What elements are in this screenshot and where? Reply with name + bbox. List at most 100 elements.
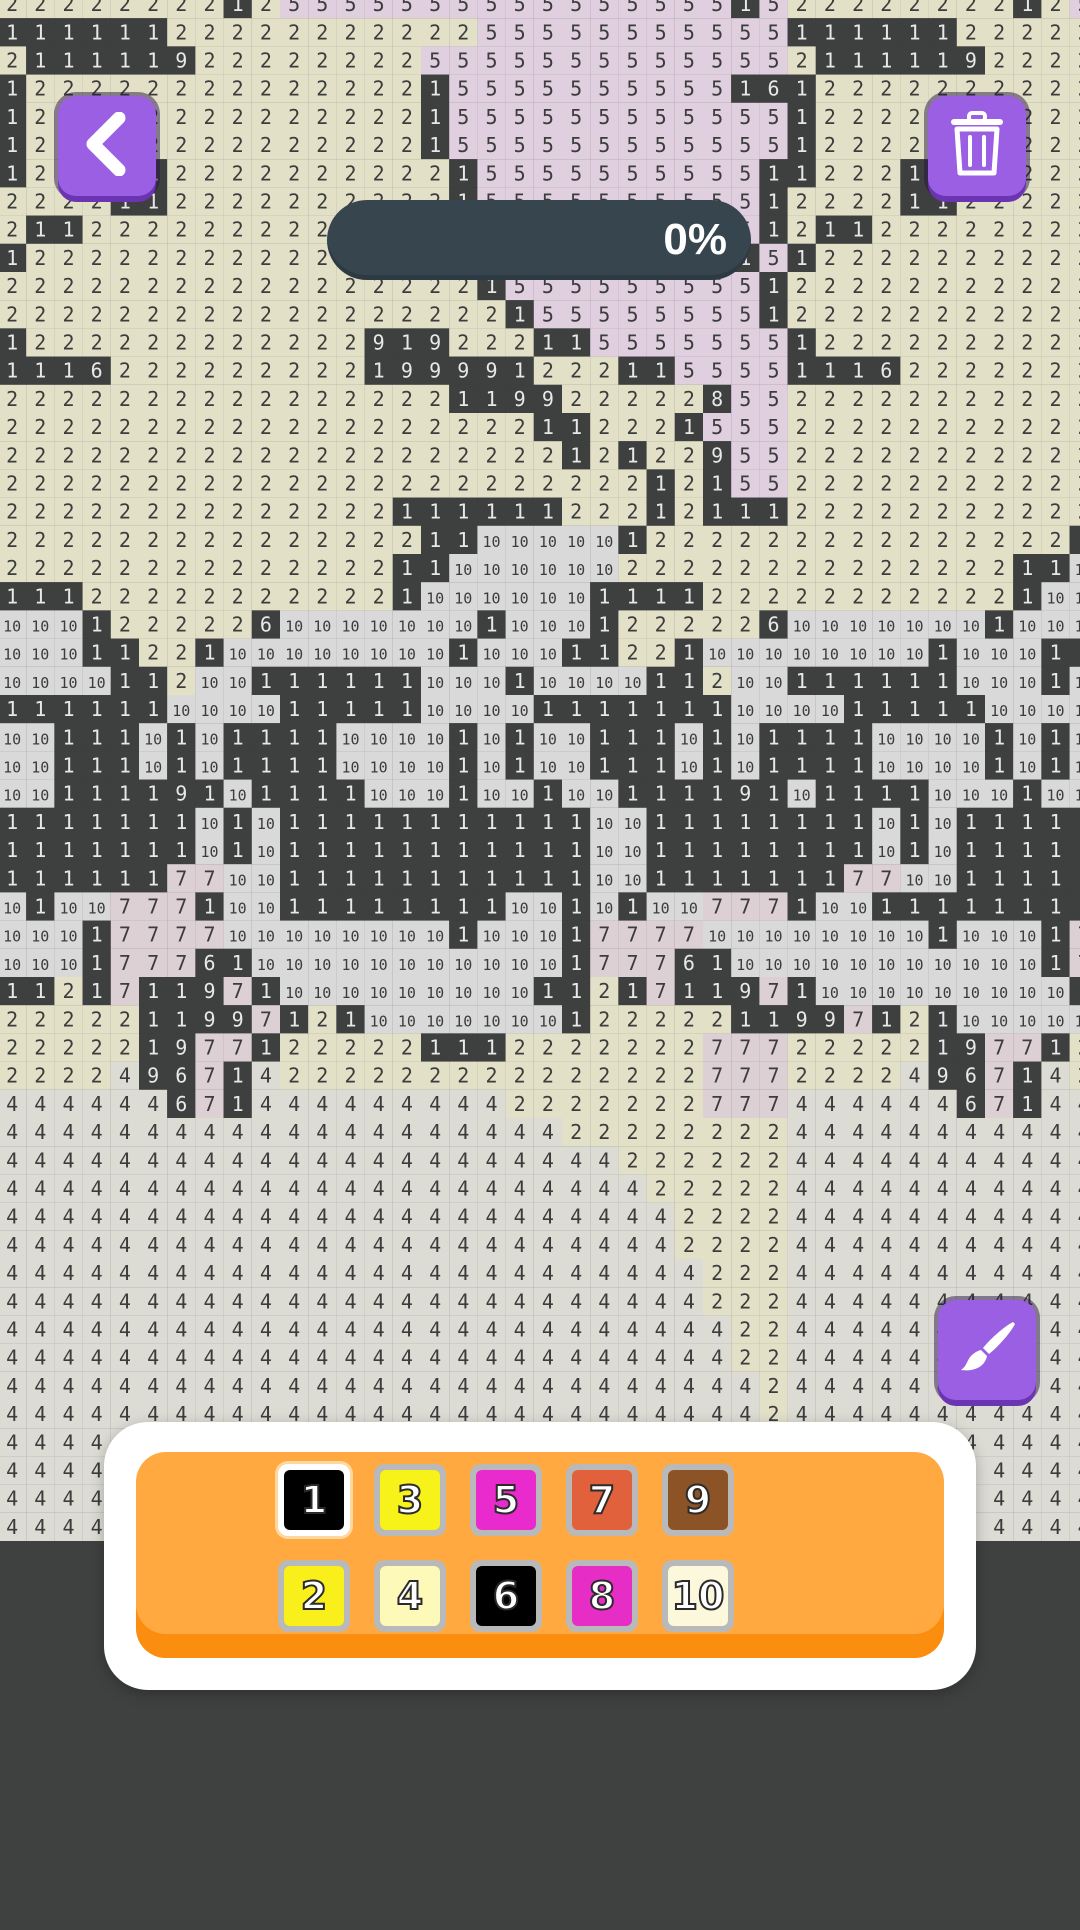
grid-cell-number: 1: [457, 161, 469, 185]
grid-cell-number: 1: [344, 669, 356, 693]
grid-cell-number: 4: [91, 1318, 103, 1342]
grid-cell-number: 2: [908, 331, 920, 355]
grid-cell-number: 2: [1021, 528, 1033, 552]
grid-cell-number: 4: [626, 1374, 638, 1398]
grid-cell-number: 1: [796, 866, 808, 890]
grid-cell-number: 2: [232, 218, 244, 242]
grid-cell-number: 5: [767, 133, 779, 157]
grid-cell-number: 2: [260, 302, 272, 326]
grid-cell-number: 4: [91, 1120, 103, 1144]
color-swatch-7[interactable]: 7: [566, 1464, 638, 1536]
color-swatch-3[interactable]: 3: [374, 1464, 446, 1536]
back-button[interactable]: [58, 96, 156, 196]
grid-cell-number: 2: [570, 500, 582, 524]
grid-cell-number: 4: [739, 1374, 751, 1398]
grid-cell-number: 1: [62, 697, 74, 721]
grid-cell-number: 1: [1021, 1092, 1033, 1116]
grid-cell-number: 2: [514, 1036, 526, 1060]
grid-cell-number: 1: [203, 641, 215, 665]
grid-cell-number: 4: [175, 1289, 187, 1313]
grid-cell-number: 10: [313, 928, 331, 946]
grid-cell-number: 4: [260, 1177, 272, 1201]
grid-cell-number: 4: [485, 1233, 497, 1257]
grid-cell-number: 10: [482, 928, 500, 946]
grid-cell-number: 2: [993, 0, 1005, 16]
grid-cell-number: 1: [598, 725, 610, 749]
color-swatch-8[interactable]: 8: [566, 1560, 638, 1632]
grid-cell-number: 4: [344, 1289, 356, 1313]
grid-cell-number: 4: [147, 1318, 159, 1342]
grid-cell-number: 4: [683, 1318, 695, 1342]
grid-cell-number: 4: [147, 1346, 159, 1370]
grid-cell-number: 1: [34, 810, 46, 834]
grid-cell-number: 1: [767, 782, 779, 806]
grid-cell-number: 2: [908, 274, 920, 298]
color-swatch-4[interactable]: 4: [374, 1560, 446, 1632]
color-swatch-1[interactable]: 1: [278, 1464, 350, 1536]
grid-cell-number: 4: [1049, 1177, 1061, 1201]
grid-cell-number: 1: [542, 782, 554, 806]
grid-cell-number: 1: [683, 838, 695, 862]
grid-cell-number: 10: [257, 843, 275, 861]
color-swatch-9[interactable]: 9: [662, 1464, 734, 1536]
grid-cell-number: 2: [683, 1148, 695, 1172]
grid-cell-number: 2: [514, 415, 526, 439]
grid-cell-number: 2: [880, 556, 892, 580]
grid-cell-number: 2: [514, 472, 526, 496]
grid-cell-number: 1: [62, 810, 74, 834]
grid-cell-number: 2: [203, 443, 215, 467]
grid-cell-number: 10: [454, 1012, 472, 1030]
grid-cell-number: 10: [511, 956, 529, 974]
grid-cell-number: 2: [175, 641, 187, 665]
grid-cell-number: 10: [426, 702, 444, 720]
grid-cell-number: 10: [370, 646, 388, 664]
grid-cell-number: 4: [119, 1402, 131, 1426]
grid-cell-number: 4: [542, 1346, 554, 1370]
grid-cell-number: 2: [824, 274, 836, 298]
grid-cell-number: 10: [905, 730, 923, 748]
grid-cell-number: 2: [824, 105, 836, 129]
grid-cell-number: 2: [711, 1261, 723, 1285]
grid-cell-number: 10: [539, 1012, 557, 1030]
grid-cell-number: 2: [542, 443, 554, 467]
grid-cell-number: 5: [485, 0, 497, 16]
grid-cell-number: 1: [147, 669, 159, 693]
grid-cell-number: 2: [119, 584, 131, 608]
grid-cell-number: 2: [937, 359, 949, 383]
grid-cell-number: 4: [880, 1148, 892, 1172]
paint-brush-button[interactable]: [938, 1300, 1036, 1400]
grid-cell-number: 4: [344, 1120, 356, 1144]
grid-cell-number: 1: [91, 49, 103, 73]
grid-cell-number: 1: [91, 866, 103, 890]
grid-cell-number: 10: [962, 646, 980, 664]
grid-cell-number: 1: [852, 218, 864, 242]
grid-cell-number: 10: [257, 871, 275, 889]
grid-cell-number: 1: [62, 866, 74, 890]
grid-cell-number: 1: [34, 979, 46, 1003]
grid-cell-number: 4: [344, 1374, 356, 1398]
color-swatch-6[interactable]: 6: [470, 1560, 542, 1632]
grid-cell-number: 6: [683, 951, 695, 975]
grid-cell-number: 10: [821, 956, 839, 974]
grid-cell-number: 1: [288, 697, 300, 721]
grid-cell-number: 2: [91, 556, 103, 580]
grid-cell-number: 1: [767, 190, 779, 214]
grid-cell-number: 10: [1018, 984, 1036, 1002]
grid-cell-number: 2: [34, 1036, 46, 1060]
grid-cell-number: 2: [965, 20, 977, 44]
grid-cell-number: 4: [232, 1318, 244, 1342]
color-swatch-2[interactable]: 2: [278, 1560, 350, 1632]
grid-cell-number: 2: [288, 359, 300, 383]
grid-cell-number: 1: [796, 810, 808, 834]
grid-cell-number: 2: [1049, 77, 1061, 101]
grid-cell-number: 4: [796, 1233, 808, 1257]
grid-cell-number: 7: [147, 951, 159, 975]
clear-button[interactable]: [928, 96, 1026, 196]
grid-cell-number: 10: [398, 730, 416, 748]
color-swatch-10[interactable]: 10: [662, 1560, 734, 1632]
grid-cell-number: 1: [175, 725, 187, 749]
color-swatch-5[interactable]: 5: [470, 1464, 542, 1536]
grid-cell-number: 5: [711, 302, 723, 326]
grid-cell-number: 2: [767, 1374, 779, 1398]
grid-cell-number: 5: [598, 0, 610, 16]
